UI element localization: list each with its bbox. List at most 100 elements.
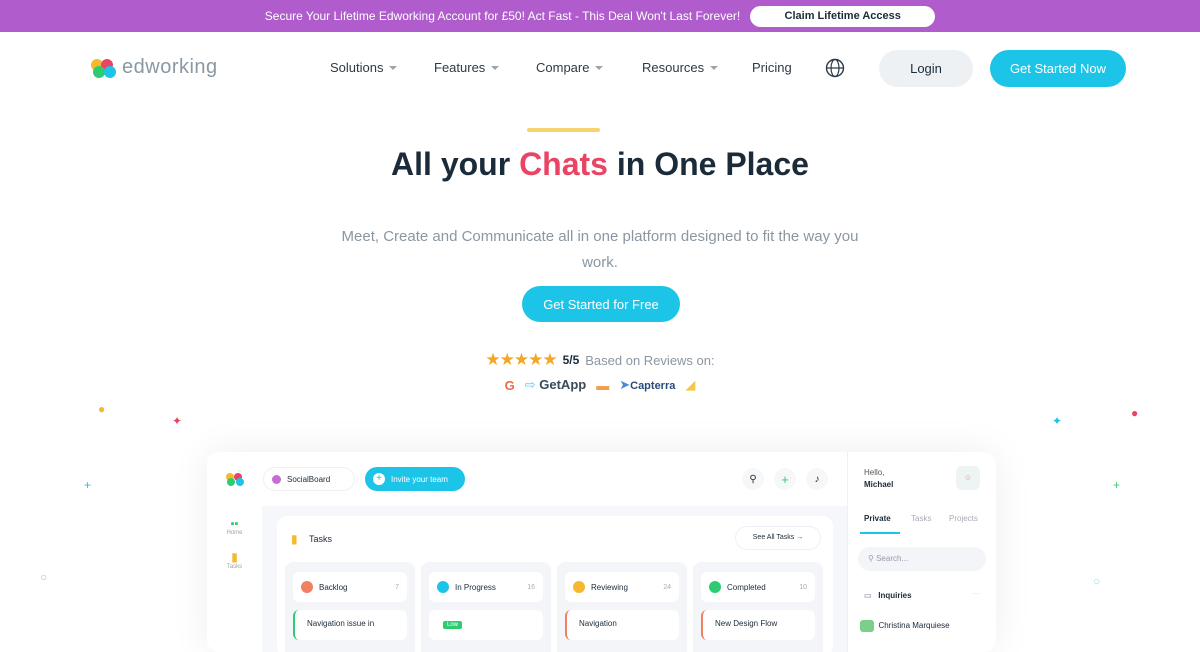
add-icon[interactable]: +	[774, 468, 796, 490]
nav-features[interactable]: Features	[434, 60, 500, 75]
title-before: All your	[391, 146, 511, 182]
sparkle-icon: +	[84, 478, 92, 492]
nav-compare[interactable]: Compare	[536, 60, 604, 75]
backlog-icon	[301, 581, 313, 593]
check-icon	[709, 581, 721, 593]
contact-avatar	[860, 620, 874, 632]
sparkle-icon: ✦	[172, 414, 183, 428]
getapp-label: GetApp	[539, 377, 587, 392]
priority-badge: Low	[443, 621, 463, 629]
chevron-down-icon	[389, 65, 398, 70]
column-count: 24	[663, 583, 671, 591]
sidebar-tasks[interactable]: Tasks	[207, 564, 262, 570]
tasks-panel: ▮ Tasks See All Tasks → Backlog 7 Navigati…	[277, 516, 833, 652]
rating: ★★★★★ 5/5 Based on Reviews on:	[0, 350, 1200, 370]
greeting: Hello,	[864, 468, 885, 477]
getapp-icon: ⇨	[524, 377, 536, 392]
hero-subtitle: Meet, Create and Communicate all in one …	[341, 228, 859, 271]
claim-lifetime-button[interactable]: Claim Lifetime Access	[750, 5, 936, 27]
column-count: 16	[527, 583, 535, 591]
see-all-tasks-button[interactable]: See All Tasks →	[735, 526, 821, 550]
column-reviewing: Reviewing 24 Navigation	[557, 562, 687, 652]
chat-panel: Hello, Michael ☺ Private Tasks Projects …	[847, 452, 996, 652]
nav-label: Resources	[642, 60, 705, 75]
column-completed: Completed 10 New Design Flow	[693, 562, 823, 652]
plus-icon: +	[373, 473, 385, 485]
chevron-down-icon	[491, 65, 500, 70]
column-count: 10	[799, 583, 807, 591]
logo-text: edworking	[122, 56, 218, 78]
g2-icon: G	[504, 377, 515, 393]
clipboard-icon: ▮	[291, 532, 298, 546]
search-icon[interactable]: ⚲	[742, 468, 764, 490]
workspace-select[interactable]: SocialBoard	[263, 467, 355, 491]
column-name: Completed	[727, 582, 766, 592]
column-header[interactable]: Backlog 7	[293, 572, 407, 602]
login-button[interactable]: Login	[879, 50, 973, 87]
sidebar-home[interactable]: Home	[207, 530, 262, 536]
column-header[interactable]: In Progress 16	[429, 572, 543, 602]
nav-label: Pricing	[752, 60, 792, 75]
rating-text: Based on Reviews on:	[585, 352, 715, 368]
ring-icon: ○	[40, 570, 48, 584]
more-icon[interactable]: ···	[972, 589, 980, 598]
task-card[interactable]: Navigation	[565, 610, 679, 640]
rotating-word: Chats	[519, 146, 608, 182]
get-started-now-button[interactable]: Get Started Now	[990, 50, 1126, 87]
app-logo-icon	[226, 473, 244, 486]
capterra-logo: ➤Capterra	[619, 377, 675, 393]
clock-icon	[437, 581, 449, 593]
search-input[interactable]: ⚲ Search...	[858, 547, 986, 571]
tab-private[interactable]: Private	[864, 514, 891, 523]
column-header[interactable]: Reviewing 24	[565, 572, 679, 602]
contact-name: Christina Marquiese	[878, 621, 950, 631]
tab-tasks[interactable]: Tasks	[911, 514, 931, 523]
get-started-free-button[interactable]: Get Started for Free	[522, 286, 680, 322]
search-placeholder: Search...	[876, 554, 909, 563]
folder-icon: ▭	[864, 591, 872, 600]
task-card[interactable]: Navigation issue in	[293, 610, 407, 640]
sparkle-icon: +	[1113, 478, 1121, 492]
column-header[interactable]: Completed 10	[701, 572, 815, 602]
search-icon: ⚲	[868, 554, 874, 563]
column-in-progress: In Progress 16 Low	[421, 562, 551, 652]
dot-icon: ●	[1131, 406, 1139, 420]
avatar[interactable]: ☺	[956, 466, 980, 490]
capterra-label: Capterra	[630, 380, 676, 392]
workspace-icon	[272, 474, 281, 484]
star-icons: ★★★★★	[485, 350, 557, 369]
chevron-down-icon	[595, 65, 604, 70]
tasks-title: Tasks	[309, 534, 333, 544]
column-backlog: Backlog 7 Navigation issue in	[285, 562, 415, 652]
hero-title: All your Chats in One Place	[0, 146, 1200, 183]
contact-item[interactable]: Christina Marquiese	[860, 620, 950, 632]
title-after: in One Place	[616, 146, 809, 182]
promo-text: Secure Your Lifetime Edworking Account f…	[264, 9, 741, 23]
column-name: In Progress	[455, 582, 496, 592]
globe-icon[interactable]	[825, 58, 845, 78]
active-tab-indicator	[860, 532, 900, 534]
nav-solutions[interactable]: Solutions	[330, 60, 398, 75]
nav-resources[interactable]: Resources	[642, 60, 719, 75]
invite-team-button[interactable]: + Invite your team	[365, 467, 465, 491]
logo-icon	[91, 58, 116, 78]
task-card[interactable]: New Design Flow	[701, 610, 815, 640]
user-name: Michael	[864, 480, 894, 489]
tasks-icon[interactable]: ▮	[207, 550, 262, 564]
capterra-icon: ➤	[619, 377, 631, 392]
software-advice-icon: ◢	[685, 377, 696, 392]
column-name: Backlog	[319, 582, 348, 592]
workspace-name: SocialBoard	[287, 474, 331, 484]
bell-icon[interactable]: ♪	[806, 468, 828, 490]
ring-icon: ○	[1093, 574, 1101, 588]
sparkle-icon: ✦	[1052, 414, 1063, 428]
column-name: Reviewing	[591, 582, 628, 592]
tab-projects[interactable]: Projects	[949, 514, 978, 523]
dot-icon: ●	[98, 402, 106, 416]
task-card[interactable]: Low	[429, 610, 543, 640]
dashboard-preview: SocialBoard + Invite your team ⚲ + ♪ ▪▪ H…	[207, 452, 996, 652]
home-icon[interactable]: ▪▪	[207, 518, 262, 530]
inquiries-item[interactable]: ▭ Inquiries	[864, 591, 912, 600]
logo[interactable]: edworking	[90, 56, 218, 79]
nav-pricing[interactable]: Pricing	[752, 60, 792, 75]
